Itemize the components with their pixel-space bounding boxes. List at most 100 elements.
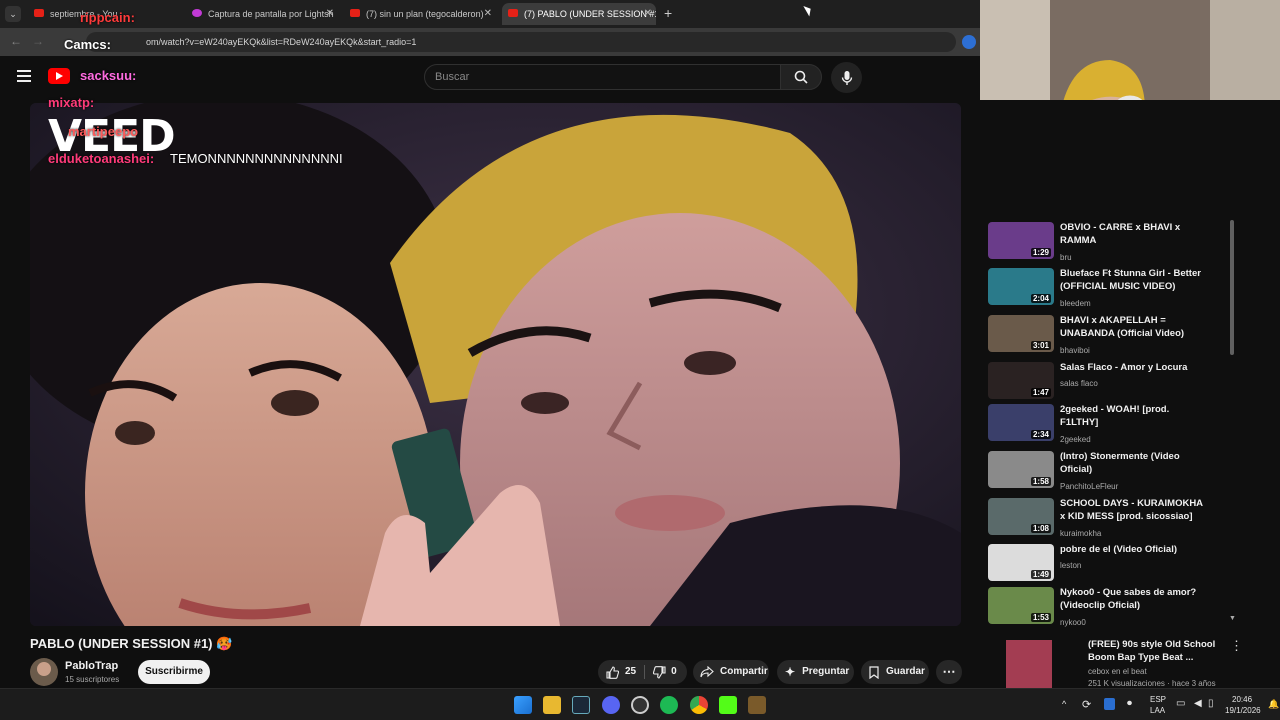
channel-avatar[interactable] [30,658,58,686]
recommendation-title: 2geeked - WOAH! [prod. F1LTHY] [1060,404,1170,428]
tab-lightshot[interactable]: Captura de pantalla por Lightsh ✕ [186,3,338,25]
lightshot-favicon-icon [192,9,202,17]
recommendation-item[interactable]: 3:01 BHAVI x AKAPELLAH = UNABANDA (Offic… [988,315,1238,359]
thumbs-down-icon [653,665,666,679]
browser-toolbar: ← → om/watch?v=eW240ayEKQk&list=RDeW240a… [0,28,980,56]
duration-badge: 1:58 [1030,477,1051,486]
duration-badge: 1:49 [1030,570,1051,579]
close-tab-icon[interactable]: ✕ [484,3,492,25]
recommendation-channel: PanchitoLeFleur [1060,482,1119,491]
more-actions-button[interactable]: ⋯ [936,660,962,684]
tab-pablo-active[interactable]: (7) PABLO (UNDER SESSION #1) ✕ [502,3,656,25]
spotify-icon[interactable] [660,696,678,714]
windows-taskbar: ^ ⟳ ⏺ ESP LAA ▭ ◀ ▯ 20:46 19/1/2026 🔔 [0,688,1280,720]
clock-time[interactable]: 20:46 [1232,695,1252,704]
recommendation-item[interactable]: 1:49 pobre de el (Video Oficial) leston [988,544,1238,588]
like-button[interactable]: 25 [598,660,636,684]
minecraft-icon[interactable] [748,696,766,714]
notification-bell-icon[interactable]: 🔔 [1268,699,1279,710]
clock-date[interactable]: 19/1/2026 [1225,706,1261,715]
input-language-variant: LAA [1150,706,1166,715]
recommendation-item[interactable]: 1:53 Nykoo0 - Que sabes de amor? (Videoc… [988,587,1238,631]
dislike-button[interactable]: 0 [653,660,677,684]
voice-search-button[interactable] [831,62,862,93]
recommendation-item[interactable]: 2:34 2geeked - WOAH! [prod. F1LTHY] 2gee… [988,404,1238,448]
recommendation-item[interactable]: 2:04 Blueface Ft Stunna Girl - Better (O… [988,268,1238,312]
recommendation-channel: salas flaco [1060,379,1098,388]
youtube-favicon-icon [34,9,44,17]
tab-label: Captura de pantalla por Lightsh [208,9,334,19]
kick-icon[interactable] [719,696,737,714]
tray-chevron-icon[interactable]: ^ [1062,699,1066,709]
like-count: 25 [625,666,637,677]
dislike-count: 0 [671,666,677,677]
obs-icon[interactable] [631,696,649,714]
chat-message: TEMONNNNNNNNNNNNNNI [170,151,343,166]
discord-icon[interactable] [602,696,620,714]
input-language[interactable]: ESP [1150,695,1166,704]
close-tab-icon[interactable]: ✕ [644,3,652,25]
recommendation-item[interactable]: 1:47 Salas Flaco - Amor y Locura salas f… [988,362,1238,406]
video-frame-image [30,103,961,626]
youtube-header: Buscar [0,56,980,100]
search-icon [794,70,808,84]
windows-start-icon[interactable] [514,696,532,714]
search-placeholder: Buscar [435,71,470,83]
battery-icon[interactable]: ▯ [1208,698,1214,709]
chrome-icon[interactable] [690,696,708,714]
recommendation-title: Salas Flaco - Amor y Locura [1060,362,1188,373]
menu-icon[interactable] [17,70,31,82]
file-explorer-icon[interactable] [543,696,561,714]
video-title: PABLO (UNDER SESSION #1) 🥵 [30,636,233,651]
tray-shield-icon[interactable] [1104,698,1115,710]
back-arrow-icon[interactable]: ← [10,34,22,48]
recommendation-item-large[interactable]: (FREE) 90s style Old School Boom Bap Typ… [972,636,1262,688]
tab-search-button[interactable]: ⌄ [5,6,21,22]
save-label: Guardar [886,666,925,677]
tray-refresh-icon[interactable]: ⟳ [1082,698,1091,711]
recommendation-item[interactable]: 1:29 OBVIO - CARRE x BHAVI x RAMMA bru [988,222,1238,266]
tab-sin-un-plan[interactable]: (7) sin un plan (tegocalderon) ✕ [344,3,496,25]
recommendation-channel: cebox en el beat [1088,667,1147,676]
share-label: Compartir [720,666,768,677]
ask-button[interactable]: ✦ Preguntar [777,660,854,684]
recommendation-item[interactable]: 1:58 (Intro) Stonermente (Video Oficial)… [988,451,1238,495]
video-thumbnail [1006,640,1052,688]
recommendation-title: OBVIO - CARRE x BHAVI x RAMMA [1060,222,1181,246]
forward-arrow-icon[interactable]: → [32,34,44,48]
subscriber-count: 15 suscriptores [65,675,120,684]
close-tab-icon[interactable]: ✕ [326,3,334,25]
channel-name[interactable]: PabloTrap [65,660,118,672]
more-options-icon[interactable]: ⋮ [1230,638,1243,654]
volume-icon[interactable]: ◀ [1194,698,1202,709]
video-thumbnail: 1:49 [988,544,1054,581]
new-tab-button[interactable]: + [664,5,672,21]
recommendation-channel: bru [1060,253,1072,262]
save-button[interactable]: Guardar [861,660,929,684]
mouse-cursor-icon [803,3,814,17]
tray-mic-icon[interactable]: ⏺ [1127,698,1132,709]
recommendation-channel: 2geeked [1060,435,1091,444]
youtube-logo-icon[interactable] [48,68,70,84]
video-player[interactable]: VEED [30,103,961,626]
recommendation-channel: leston [1060,561,1082,570]
network-icon[interactable]: ▭ [1176,698,1185,709]
search-input[interactable]: Buscar [424,64,781,90]
extension-icon[interactable] [962,35,976,49]
video-thumbnail: 2:04 [988,268,1054,305]
video-thumbnail: 3:01 [988,315,1054,352]
share-button[interactable]: Compartir [693,660,769,684]
search-button[interactable] [780,64,822,90]
duration-badge: 1:08 [1030,524,1051,533]
recommendation-item[interactable]: 1:08 SCHOOL DAYS - KURAIMOKHA x KID MESS… [988,498,1238,542]
bookmark-icon [869,665,879,679]
duration-badge: 1:53 [1030,613,1051,622]
steam-icon[interactable] [572,696,590,714]
recommendation-title: (FREE) 90s style Old School Boom Bap Typ… [1088,639,1216,663]
chat-user: martipeepo [68,124,139,139]
video-thumbnail: 1:08 [988,498,1054,535]
tab-label: (7) PABLO (UNDER SESSION #1) [524,9,656,19]
url-bar[interactable]: om/watch?v=eW240ayEKQk&list=RDeW240ayEKQ… [86,32,956,52]
subscribe-button[interactable]: Suscribirme [138,660,210,684]
video-thumbnail: 2:34 [988,404,1054,441]
